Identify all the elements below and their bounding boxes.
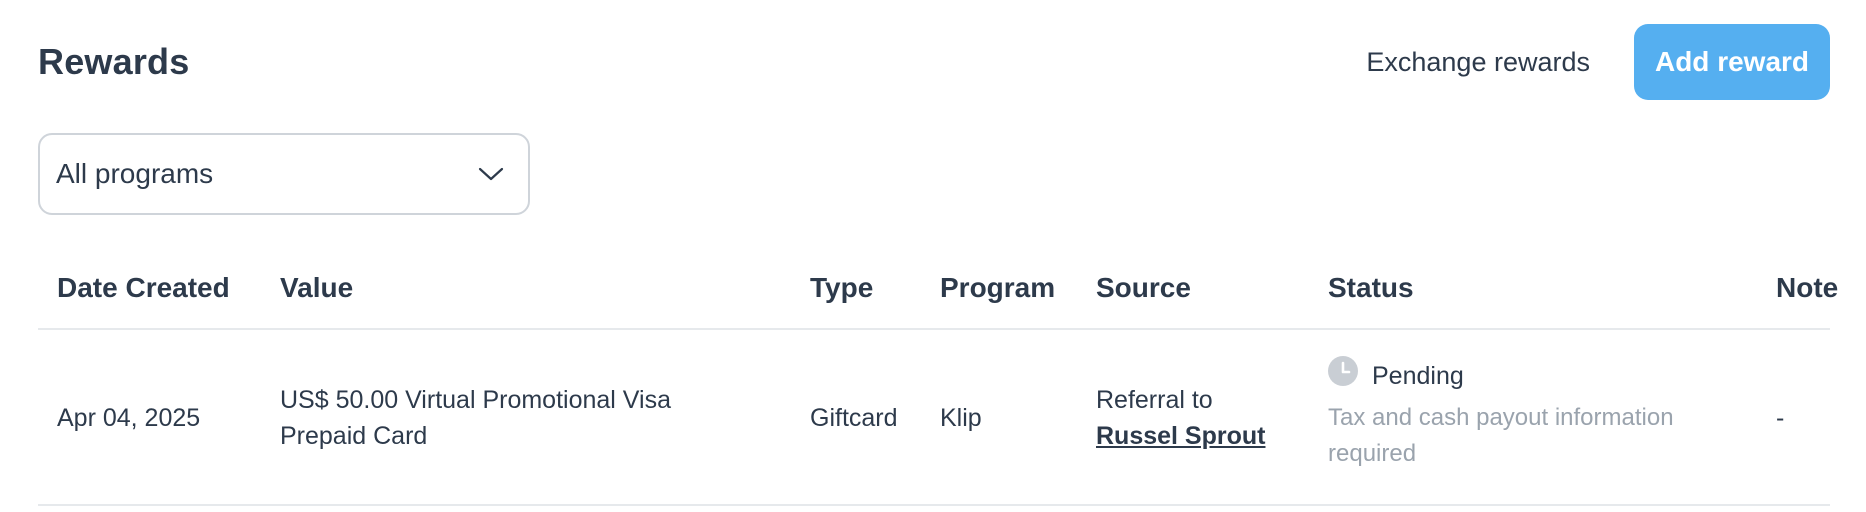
page-header: Rewards Exchange rewards Add reward: [38, 24, 1830, 100]
rewards-table: Date Created Value Type Program Source S…: [38, 256, 1838, 506]
source-prefix: Referral to: [1096, 386, 1213, 414]
column-header-type[interactable]: Type: [810, 272, 873, 304]
column-header-program[interactable]: Program: [940, 272, 1055, 304]
cell-status: Pending Tax and cash payout information …: [1328, 356, 1728, 472]
clock-icon: [1328, 356, 1358, 396]
column-header-date-created[interactable]: Date Created: [57, 272, 230, 304]
cell-value: US$ 50.00 Virtual Promotional Visa Prepa…: [280, 382, 671, 454]
cell-type: Giftcard: [810, 404, 898, 432]
table-row[interactable]: Apr 04, 2025 US$ 50.00 Virtual Promotion…: [38, 330, 1830, 506]
cell-value-line: US$ 50.00 Virtual Promotional Visa: [280, 386, 671, 414]
source-user-link[interactable]: Russel Sprout: [1096, 418, 1265, 454]
rewards-page: Rewards Exchange rewards Add reward All …: [0, 0, 1866, 512]
status-detail: Tax and cash payout information required: [1328, 400, 1728, 472]
cell-program: Klip: [940, 404, 982, 432]
program-filter-value: All programs: [56, 158, 214, 189]
program-filter-select[interactable]: All programs: [38, 133, 530, 215]
column-header-status[interactable]: Status: [1328, 272, 1414, 304]
status-detail-line: required: [1328, 440, 1417, 467]
chevron-down-icon: [478, 166, 504, 182]
cell-source: Referral to Russel Sprout: [1096, 382, 1265, 454]
column-header-note[interactable]: Note: [1776, 272, 1838, 304]
cell-date: Apr 04, 2025: [57, 404, 201, 432]
exchange-rewards-button[interactable]: Exchange rewards: [1366, 47, 1590, 78]
add-reward-button[interactable]: Add reward: [1634, 24, 1830, 100]
cell-value-line: Prepaid Card: [280, 422, 428, 450]
status-badge: Pending: [1328, 356, 1728, 396]
page-title: Rewards: [38, 41, 190, 82]
status-detail-line: Tax and cash payout information: [1328, 404, 1674, 431]
cell-note: -: [1776, 404, 1785, 432]
column-header-value[interactable]: Value: [280, 272, 353, 304]
header-actions: Exchange rewards Add reward: [1366, 24, 1830, 100]
status-label: Pending: [1372, 362, 1464, 390]
table-header: Date Created Value Type Program Source S…: [38, 256, 1838, 330]
column-header-source[interactable]: Source: [1096, 272, 1191, 304]
